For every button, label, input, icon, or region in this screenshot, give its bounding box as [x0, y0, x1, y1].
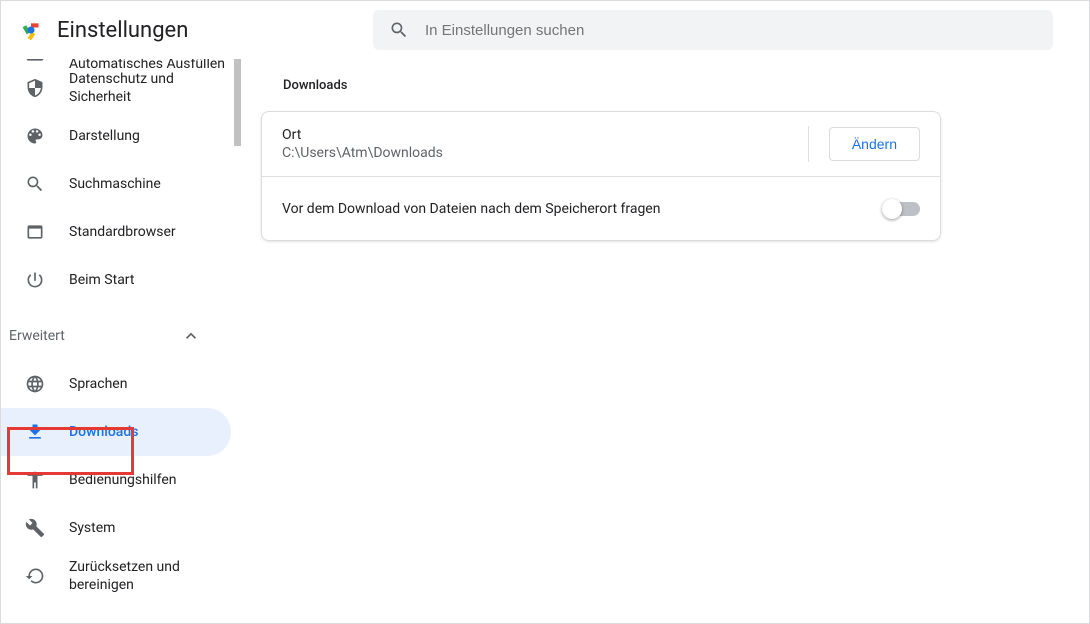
- sidebar-item-reset[interactable]: Zurücksetzen und bereinigen: [1, 552, 231, 600]
- content-area: Downloads Ort C:\Users\Atm\Downloads Änd…: [253, 44, 1089, 623]
- sidebar-item-label: Bedienungshilfen: [69, 471, 177, 489]
- shield-icon: [25, 78, 45, 98]
- search-input[interactable]: [425, 22, 1037, 39]
- sidebar-item-label: Automatisches Ausfüllen: [69, 58, 225, 69]
- download-icon: [25, 422, 45, 442]
- sidebar-item-label: System: [69, 519, 115, 537]
- palette-icon: [25, 126, 45, 146]
- location-row: Ort C:\Users\Atm\Downloads Ändern: [262, 112, 940, 176]
- sidebar-section-label: Erweitert: [9, 327, 65, 345]
- sidebar-item-languages[interactable]: Sprachen: [1, 360, 231, 408]
- sidebar-item-downloads[interactable]: Downloads: [1, 408, 231, 456]
- location-label: Ort: [282, 127, 443, 143]
- sidebar-item-system[interactable]: System: [1, 504, 231, 552]
- search-icon: [389, 20, 409, 40]
- chrome-logo-icon: [21, 20, 41, 40]
- section-heading: Downloads: [261, 78, 941, 93]
- app-header: Einstellungen: [1, 1, 1089, 59]
- ask-location-toggle[interactable]: [884, 202, 920, 216]
- globe-icon: [25, 374, 45, 394]
- sidebar-item-label: Suchmaschine: [69, 175, 161, 193]
- sidebar-item-label: Beim Start: [69, 271, 134, 289]
- sidebar-item-appearance[interactable]: Darstellung: [1, 112, 231, 160]
- change-location-button[interactable]: Ändern: [829, 127, 920, 161]
- sidebar-item-search-engine[interactable]: Suchmaschine: [1, 160, 231, 208]
- search-icon: [25, 174, 45, 194]
- page-title: Einstellungen: [57, 18, 188, 43]
- search-settings[interactable]: [373, 10, 1053, 50]
- sidebar-section-advanced[interactable]: Erweitert: [1, 312, 225, 360]
- sidebar-item-label: Downloads: [69, 423, 138, 441]
- scrollbar-thumb[interactable]: [234, 58, 241, 146]
- divider: [808, 126, 809, 162]
- location-path: C:\Users\Atm\Downloads: [282, 145, 443, 161]
- sidebar-item-label: Sprachen: [69, 375, 127, 393]
- sidebar-item-label: Zurücksetzen und bereinigen: [69, 558, 231, 594]
- sidebar-item-on-startup[interactable]: Beim Start: [1, 256, 231, 304]
- sidebar-item-label: Datenschutz und Sicherheit: [69, 70, 231, 106]
- restore-icon: [25, 566, 45, 586]
- toggle-knob: [882, 199, 902, 219]
- sidebar-item-privacy[interactable]: Datenschutz und Sicherheit: [1, 64, 231, 112]
- power-icon: [25, 270, 45, 290]
- sidebar-item-label: Darstellung: [69, 127, 140, 145]
- sidebar-item-default-browser[interactable]: Standardbrowser: [1, 208, 231, 256]
- downloads-card: Ort C:\Users\Atm\Downloads Ändern Vor de…: [261, 111, 941, 241]
- wrench-icon: [25, 518, 45, 538]
- ask-location-label: Vor dem Download von Dateien nach dem Sp…: [282, 201, 660, 217]
- ask-location-row: Vor dem Download von Dateien nach dem Sp…: [262, 176, 940, 240]
- sidebar: Automatisches Ausfüllen Datenschutz und …: [1, 44, 253, 623]
- sidebar-item-label: Standardbrowser: [69, 223, 176, 241]
- browser-icon: [25, 222, 45, 242]
- chevron-up-icon: [181, 326, 201, 346]
- accessibility-icon: [25, 470, 45, 490]
- sidebar-item-accessibility[interactable]: Bedienungshilfen: [1, 456, 231, 504]
